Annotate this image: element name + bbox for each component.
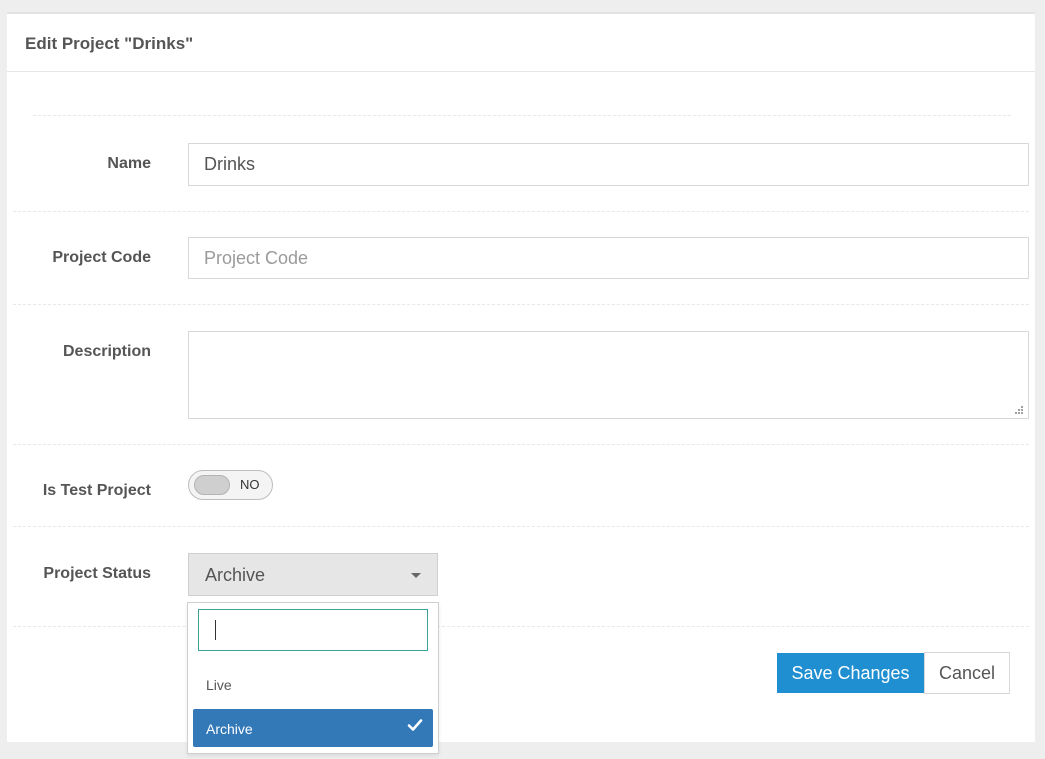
row-separator xyxy=(13,526,1029,527)
project-code-label: Project Code xyxy=(52,249,151,266)
save-changes-button[interactable]: Save Changes xyxy=(777,653,924,693)
dropdown-option-live[interactable]: Live xyxy=(193,665,433,703)
edit-project-panel: Edit Project "Drinks" Name Project Code … xyxy=(7,12,1035,754)
dropdown-option-archive[interactable]: Archive xyxy=(193,709,433,747)
chevron-down-icon xyxy=(411,573,421,578)
page-title: Edit Project "Drinks" xyxy=(25,34,194,53)
project-status-select[interactable]: Archive xyxy=(188,553,438,596)
row-separator xyxy=(13,626,1029,627)
select-selected-value: Archive xyxy=(205,565,266,585)
dropdown-option-label: Archive xyxy=(206,721,253,737)
row-separator xyxy=(13,211,1029,212)
row-separator xyxy=(13,304,1029,305)
cancel-button[interactable]: Cancel xyxy=(924,652,1010,694)
panel-header: Edit Project "Drinks" xyxy=(7,14,1035,72)
project-status-label: Project Status xyxy=(43,565,151,582)
toggle-state-text: NO xyxy=(240,477,260,492)
description-label: Description xyxy=(62,343,151,360)
description-textarea[interactable] xyxy=(188,331,1029,419)
toggle-knob xyxy=(194,475,230,495)
form-top-divider xyxy=(33,115,1011,116)
project-code-input[interactable] xyxy=(188,237,1029,279)
text-cursor xyxy=(215,620,216,640)
is-test-project-label: Is Test Project xyxy=(42,482,151,499)
dropdown-search-input[interactable] xyxy=(198,609,428,651)
is-test-project-toggle[interactable]: NO xyxy=(188,470,273,500)
resize-grip-icon[interactable] xyxy=(1014,405,1024,415)
name-input[interactable] xyxy=(188,143,1029,186)
project-status-dropdown: Live Archive xyxy=(187,602,439,754)
row-separator xyxy=(13,444,1029,445)
name-label: Name xyxy=(107,155,151,172)
check-icon xyxy=(407,719,423,731)
